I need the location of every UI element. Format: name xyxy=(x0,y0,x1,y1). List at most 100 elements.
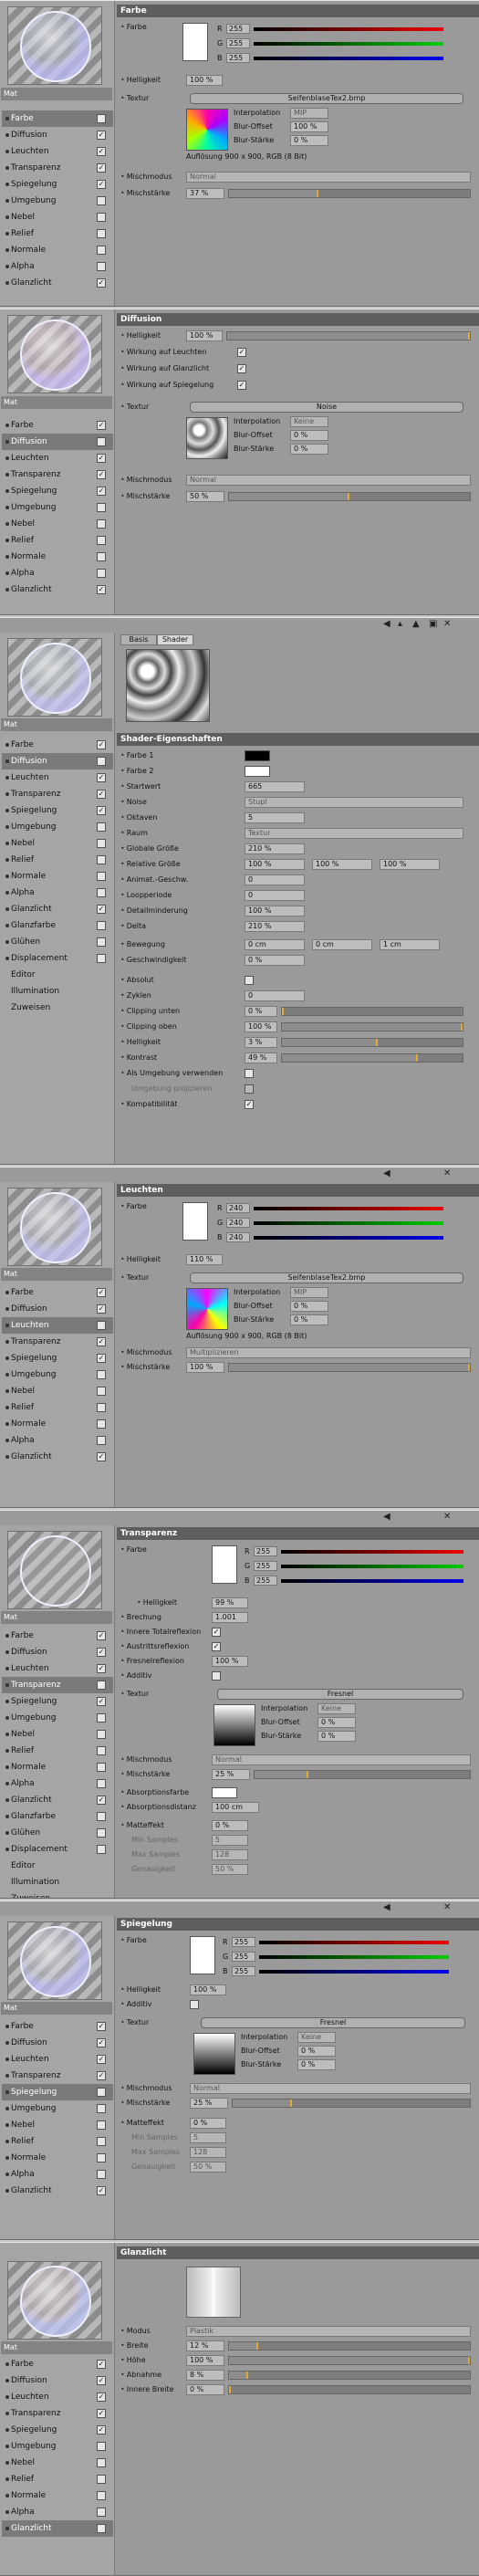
sidebar-item-transparenz[interactable]: Transparenz ✓ xyxy=(2,2405,113,2422)
sidebar-item-alpha[interactable]: Alpha xyxy=(2,2504,113,2520)
alsumg-checkbox[interactable] xyxy=(245,1069,254,1078)
lock-icon[interactable]: ▲ xyxy=(412,619,420,629)
hoehe-slider[interactable] xyxy=(228,2356,471,2365)
wirkung-glanz-checkbox[interactable]: ✓ xyxy=(237,364,246,373)
sidebar-item-relief[interactable]: Relief xyxy=(2,225,113,242)
channel-checkbox[interactable] xyxy=(97,1763,106,1772)
sidebar-item-glühen[interactable]: Glühen xyxy=(2,934,113,950)
sidebar-item-spiegelung[interactable]: Spiegelung ✓ xyxy=(2,2422,113,2438)
sidebar-item-diffusion[interactable]: Diffusion ✓ xyxy=(2,2372,113,2389)
sidebar-item-umgebung[interactable]: Umgebung xyxy=(2,1367,113,1383)
b-channel[interactable]: B 255 xyxy=(245,1575,473,1586)
mischmodus-select[interactable]: Normal xyxy=(186,172,471,183)
channel-checkbox[interactable]: ✓ xyxy=(97,2071,106,2080)
mischstaerke-slider[interactable] xyxy=(254,1770,471,1779)
sidebar-item-editor[interactable]: Editor xyxy=(2,967,113,983)
gesch-field[interactable]: 0 % xyxy=(245,955,305,966)
up-arrow-icon[interactable]: ▴ xyxy=(398,619,402,629)
channel-checkbox[interactable]: ✓ xyxy=(97,1697,106,1706)
sidebar-item-diffusion[interactable]: Diffusion ✓ xyxy=(2,1301,113,1317)
channel-checkbox[interactable] xyxy=(97,855,106,864)
wirkung-leuchten-checkbox[interactable]: ✓ xyxy=(237,348,246,357)
color-swatch[interactable] xyxy=(182,23,208,61)
mischmodus-select[interactable]: Normal xyxy=(186,475,471,486)
sidebar-item-normale[interactable]: Normale xyxy=(2,2487,113,2504)
sidebar-item-umgebung[interactable]: Umgebung xyxy=(2,1710,113,1726)
blur-staerke-field[interactable]: 0 % xyxy=(290,135,328,146)
sidebar-item-glanzlicht[interactable]: Glanzlicht ✓ xyxy=(2,275,113,291)
farbe2-swatch[interactable] xyxy=(245,766,270,777)
farbe1-swatch[interactable] xyxy=(245,750,270,761)
sidebar-item-leuchten[interactable]: Leuchten ✓ xyxy=(2,770,113,786)
channel-checkbox[interactable] xyxy=(97,1730,106,1739)
clip-unten-field[interactable]: 0 % xyxy=(245,1006,277,1017)
mischmodus-select[interactable]: Normal xyxy=(212,1754,471,1765)
blur-offset-field[interactable]: 0 % xyxy=(297,2046,336,2057)
modus-select[interactable]: Plastik xyxy=(186,2326,471,2337)
channel-checkbox[interactable] xyxy=(97,2491,106,2500)
texture-button[interactable]: Fresnel xyxy=(201,2017,465,2028)
matteffekt-field[interactable]: 0 % xyxy=(212,1820,248,1831)
sidebar-item-umgebung[interactable]: Umgebung xyxy=(2,2100,113,2117)
abnahme-field[interactable]: 8 % xyxy=(186,2370,224,2381)
sidebar-item-zuweisen[interactable]: Zuweisen xyxy=(2,1000,113,1016)
channel-checkbox[interactable] xyxy=(97,246,106,255)
channel-checkbox[interactable]: ✓ xyxy=(97,437,106,446)
b-channel[interactable]: B 255 xyxy=(223,1965,460,1977)
channel-checkbox[interactable]: ✓ xyxy=(97,487,106,496)
delta-field[interactable]: 210 % xyxy=(245,921,305,932)
channel-checkbox[interactable] xyxy=(97,1403,106,1412)
startwert-field[interactable]: 665 xyxy=(245,781,305,792)
material-name[interactable]: Mat xyxy=(1,396,112,409)
sidebar-item-umgebung[interactable]: Umgebung xyxy=(2,193,113,209)
sidebar-item-relief[interactable]: Relief xyxy=(2,2133,113,2150)
channel-checkbox[interactable]: ✓ xyxy=(97,1452,106,1461)
sidebar-item-alpha[interactable]: Alpha xyxy=(2,565,113,581)
channel-checkbox[interactable]: ✓ xyxy=(97,114,106,123)
maxsamples-field[interactable]: 128 xyxy=(190,2147,226,2158)
channel-checkbox[interactable] xyxy=(97,1713,106,1723)
channel-checkbox[interactable]: ✓ xyxy=(97,2088,106,2097)
sidebar-item-illumination[interactable]: Illumination xyxy=(2,983,113,1000)
back-arrow-icon[interactable]: ◀ xyxy=(383,1512,390,1522)
channel-checkbox[interactable]: ✓ xyxy=(97,2055,106,2064)
channel-checkbox[interactable]: ✓ xyxy=(97,2360,106,2369)
sidebar-item-alpha[interactable]: Alpha xyxy=(2,1775,113,1792)
channel-checkbox[interactable] xyxy=(97,503,106,512)
sidebar-item-farbe[interactable]: Farbe ✓ xyxy=(2,737,113,753)
channel-checkbox[interactable] xyxy=(97,2475,106,2484)
sidebar-item-spiegelung[interactable]: Spiegelung ✓ xyxy=(2,1693,113,1710)
channel-checkbox[interactable] xyxy=(97,822,106,832)
sidebar-item-displacement[interactable]: Displacement xyxy=(2,1841,113,1858)
sidebar-item-zuweisen[interactable]: Zuweisen xyxy=(2,1890,113,1898)
channel-checkbox[interactable]: ✓ xyxy=(97,1631,106,1640)
channel-checkbox[interactable]: ✓ xyxy=(97,1321,106,1330)
sidebar-item-leuchten[interactable]: Leuchten ✓ xyxy=(2,1660,113,1677)
sidebar-item-glanzlicht[interactable]: Glanzlicht ✓ xyxy=(2,1449,113,1465)
tab-shader[interactable]: Shader xyxy=(157,634,193,645)
sidebar-item-relief[interactable]: Relief xyxy=(2,532,113,549)
rg-y-field[interactable]: 100 % xyxy=(312,859,372,870)
austritt-checkbox[interactable]: ✓ xyxy=(212,1642,221,1651)
hoehe-field[interactable]: 100 % xyxy=(186,2355,224,2366)
channel-checkbox[interactable]: ✓ xyxy=(97,585,106,594)
channel-checkbox[interactable]: ✓ xyxy=(97,1648,106,1657)
channel-checkbox[interactable] xyxy=(97,262,106,271)
channel-checkbox[interactable] xyxy=(97,552,106,561)
helligkeit-field[interactable]: 99 % xyxy=(212,1597,248,1608)
hell-slider[interactable] xyxy=(281,1038,463,1047)
g-channel[interactable]: G 255 xyxy=(223,1951,460,1963)
bew-y-field[interactable]: 0 cm xyxy=(312,939,372,950)
sidebar-item-glühen[interactable]: Glühen xyxy=(2,1825,113,1841)
channel-checkbox[interactable]: ✓ xyxy=(97,790,106,799)
sidebar-item-leuchten[interactable]: Leuchten ✓ xyxy=(2,450,113,466)
sidebar-item-leuchten[interactable]: Leuchten ✓ xyxy=(2,2051,113,2068)
sidebar-item-farbe[interactable]: Farbe ✓ xyxy=(2,2356,113,2372)
sidebar-item-farbe[interactable]: Farbe ✓ xyxy=(2,2018,113,2035)
sidebar-item-transparenz[interactable]: Transparenz ✓ xyxy=(2,1677,113,1693)
sidebar-item-farbe[interactable]: Farbe ✓ xyxy=(2,1628,113,1644)
sidebar-item-illumination[interactable]: Illumination xyxy=(2,1874,113,1890)
r-channel[interactable]: R 255 xyxy=(245,1545,473,1557)
innere-breite-slider[interactable] xyxy=(228,2385,471,2394)
color-swatch[interactable] xyxy=(212,1545,237,1584)
